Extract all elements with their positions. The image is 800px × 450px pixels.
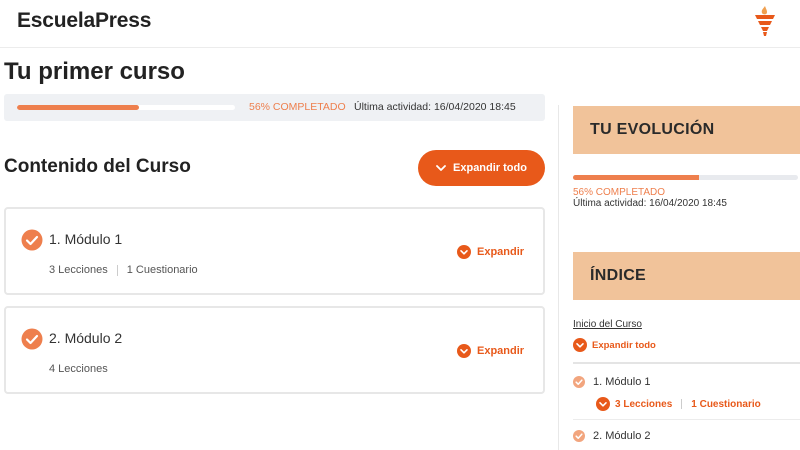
index-divider — [573, 419, 800, 420]
course-progress-fill — [17, 105, 140, 110]
chevron-down-circle-icon — [457, 245, 471, 259]
evolution-header: TU EVOLUCIÓN — [573, 106, 800, 154]
index-module-item[interactable]: 2. Módulo 2 — [573, 430, 650, 442]
torch-icon[interactable] — [752, 5, 778, 37]
module-expand-label: Expandir — [477, 345, 525, 357]
check-circle-icon — [21, 229, 43, 251]
expand-all-button[interactable]: Expandir todo — [418, 150, 545, 186]
module-title[interactable]: 1. Módulo 1 — [49, 231, 122, 247]
last-activity-text: Última actividad: 16/04/2020 18:45 — [354, 101, 516, 113]
course-title: Tu primer curso — [4, 58, 185, 85]
sidebar-progress-bar — [573, 175, 798, 180]
index-module-quizzes: 1 Cuestionario — [691, 398, 761, 410]
chevron-down-circle-icon — [457, 344, 471, 358]
meta-separator — [681, 399, 683, 409]
module-title[interactable]: 2. Módulo 2 — [49, 330, 122, 346]
meta-separator — [116, 264, 118, 276]
check-icon — [573, 430, 585, 442]
index-header: ÍNDICE — [573, 252, 800, 300]
chevron-down-icon — [436, 165, 446, 171]
sidebar-progress-fill — [573, 175, 699, 180]
index-divider — [573, 362, 800, 364]
index-module-title[interactable]: 1. Módulo 1 — [593, 376, 650, 388]
course-content-heading: Contenido del Curso — [4, 156, 191, 177]
course-progress-bar — [17, 105, 235, 110]
module-lessons-count: 3 Lecciones — [49, 264, 108, 276]
module-lessons-count: 4 Lecciones — [49, 363, 108, 375]
evolution-title: TU EVOLUCIÓN — [590, 121, 715, 138]
index-module-meta[interactable]: 3 Lecciones 1 Cuestionario — [596, 397, 761, 411]
module-expand-label: Expandir — [477, 246, 525, 258]
column-divider — [558, 105, 559, 450]
chevron-down-circle-icon — [596, 397, 610, 411]
expand-all-label: Expandir todo — [453, 162, 527, 174]
top-header: EscuelaPress — [0, 0, 800, 48]
module-meta: 3 Lecciones 1 Cuestionario — [49, 264, 198, 276]
index-module-lessons: 3 Lecciones — [615, 398, 673, 410]
index-module-title[interactable]: 2. Módulo 2 — [593, 430, 650, 442]
index-title: ÍNDICE — [590, 267, 647, 284]
sidebar-last-activity: Última actividad: 16/04/2020 18:45 — [573, 198, 727, 209]
course-start-link[interactable]: Inicio del Curso — [573, 319, 642, 330]
module-card[interactable]: 1. Módulo 1 3 Lecciones 1 Cuestionario E… — [4, 207, 545, 295]
chevron-down-circle-icon — [573, 338, 587, 352]
check-circle-icon — [21, 328, 43, 350]
course-progress-box: 56% COMPLETADO Última actividad: 16/04/2… — [4, 94, 545, 121]
module-expand-button[interactable]: Expandir — [457, 344, 524, 358]
progress-percent-text: 56% COMPLETADO — [249, 101, 346, 113]
check-icon — [573, 376, 585, 388]
module-quizzes-count: 1 Cuestionario — [126, 264, 198, 276]
index-module-item[interactable]: 1. Módulo 1 — [573, 376, 650, 388]
index-expand-all-label: Expandir todo — [592, 339, 656, 351]
module-card[interactable]: 2. Módulo 2 4 Lecciones Expandir — [4, 306, 545, 394]
index-expand-all-button[interactable]: Expandir todo — [573, 338, 656, 352]
module-expand-button[interactable]: Expandir — [457, 245, 524, 259]
brand-logo-text[interactable]: EscuelaPress — [17, 9, 151, 33]
sidebar-progress-text: 56% COMPLETADO — [573, 187, 666, 198]
module-meta: 4 Lecciones — [49, 363, 108, 375]
